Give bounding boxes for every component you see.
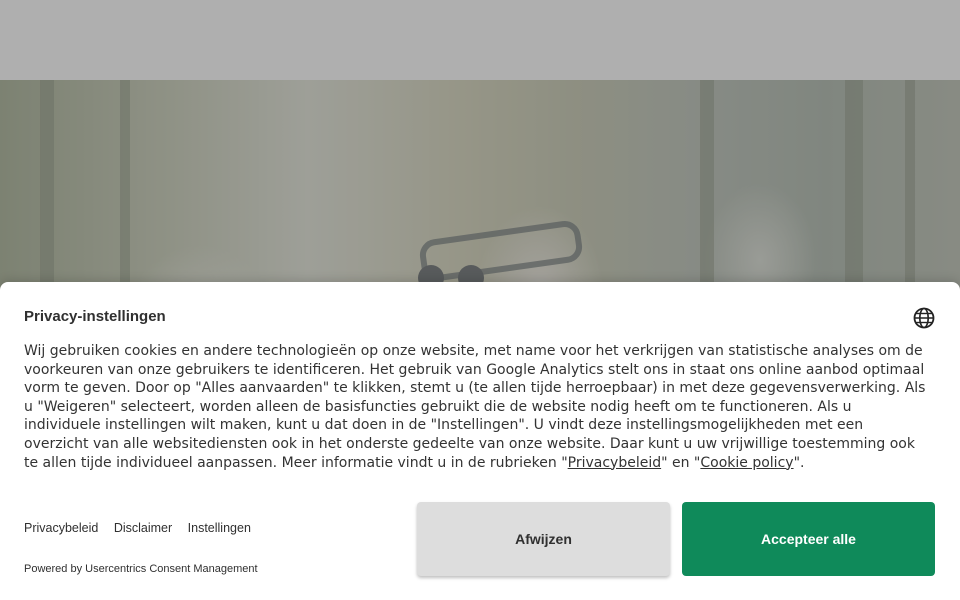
banner-description: Wij gebruiken cookies en andere technolo…	[24, 342, 929, 472]
cookie-consent-banner: Privacy-instellingen Wij gebruiken cooki…	[0, 282, 960, 600]
deny-button[interactable]: Afwijzen	[417, 502, 670, 576]
banner-title: Privacy-instellingen	[24, 308, 166, 325]
powered-by-text: Powered by Usercentrics Consent Manageme…	[24, 563, 258, 575]
description-connector: " en "	[661, 454, 701, 471]
description-end: ".	[793, 454, 805, 471]
description-quote: "	[556, 454, 568, 471]
privacy-policy-link[interactable]: Privacybeleid	[568, 455, 661, 471]
footer-link-instellingen[interactable]: Instellingen	[188, 521, 251, 535]
description-text: Wij gebruiken cookies en andere technolo…	[24, 343, 926, 471]
globe-icon[interactable]	[912, 306, 936, 330]
accept-all-button[interactable]: Accepteer alle	[682, 502, 935, 576]
footer-link-privacybeleid[interactable]: Privacybeleid	[24, 521, 98, 535]
cookie-policy-link[interactable]: Cookie policy	[700, 455, 793, 471]
footer-link-disclaimer[interactable]: Disclaimer	[114, 521, 172, 535]
footer-links: Privacybeleid Disclaimer Instellingen	[24, 521, 263, 535]
